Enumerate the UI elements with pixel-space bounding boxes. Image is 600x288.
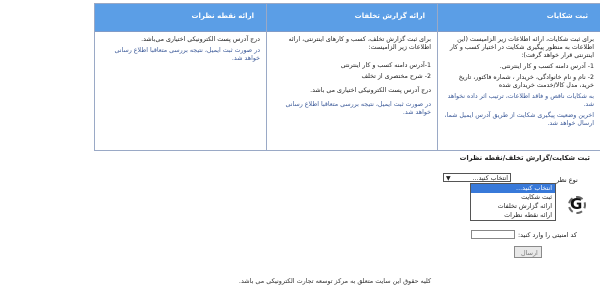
column-body-complaint: برای ثبت شکایات، ارائه اطلاعات زیر الزام… [438, 32, 600, 128]
violation-email-note: درج آدرس پست الکترونیکی اختیاری می باشد. [310, 87, 431, 94]
violation-item-2: 2- شرح مختصری از تخلف [361, 73, 431, 80]
column-body-opinion: درج آدرس پست الکترونیکی اختیاری می‌باشد.… [95, 32, 266, 63]
violation-intro: برای ثبت گزارش تخلف، کسب و کارهای اینترن… [288, 36, 432, 51]
captcha-image: G [566, 192, 590, 220]
complaint-followup: اخرین وضعیت پیگیری شکایت از طریق آدرس ای… [444, 112, 594, 127]
submit-button[interactable]: ارسال [514, 246, 542, 258]
opinion-followup: در صورت ثبت ایمیل، نتیجه بررسی متعاقبا ا… [114, 47, 260, 62]
type-label: نوع نظر [556, 176, 578, 184]
type-dropdown-list: انتخاب کنید... ثبت شکایت ارائه گزارش تخل… [470, 183, 556, 221]
complaint-item-2: 2- نام و نام خانوادگی، خریدار ، شماره فا… [458, 74, 594, 89]
violation-followup: در صورت ثبت ایمیل، نتیجه بررسی متعاقبا ا… [285, 101, 431, 116]
chevron-down-icon: ▼ [446, 175, 451, 182]
type-select[interactable]: انتخاب کنید... ▼ [443, 173, 511, 182]
complaint-item-1: 1- آدرس دامنه کسب و کار اینترنتی. [499, 63, 594, 70]
column-violation: ارائه گزارش تخلفات برای ثبت گزارش تخلف، … [266, 4, 437, 150]
column-header-violation: ارائه گزارش تخلفات [267, 4, 437, 32]
dropdown-option-violation[interactable]: ارائه گزارش تخلفات [471, 202, 555, 211]
footer-copyright: کلیه حقوق این سایت متعلق به مرکز توسعه ت… [238, 277, 432, 285]
column-complaint: ثبت شکایات برای ثبت شکایات، ارائه اطلاعا… [437, 4, 600, 150]
page: ثبت شکایات برای ثبت شکایات، ارائه اطلاعا… [0, 0, 600, 288]
column-header-complaint: ثبت شکایات [438, 4, 600, 32]
dropdown-option-opinion[interactable]: ارائه نقطه نظرات [471, 211, 555, 220]
dropdown-option-placeholder[interactable]: انتخاب کنید... [471, 184, 555, 193]
captcha-text: G [570, 195, 583, 213]
dropdown-option-complaint[interactable]: ثبت شکایت [471, 193, 555, 202]
column-header-opinion: ارائه نقطه نظرات [95, 4, 266, 32]
column-opinion: ارائه نقطه نظرات درج آدرس پست الکترونیکی… [94, 4, 266, 150]
form-title: ثبت شکایت/گزارش تخلف/نقطه نظرات [459, 154, 590, 162]
complaint-note: به شکایات ناقص و فاقد اطلاعات، ترتیب اثر… [447, 93, 594, 108]
captcha-input[interactable] [471, 230, 515, 239]
violation-item-1: 1-آدرس دامنه کسب و کار اینترنتی [340, 62, 431, 69]
captcha-label: کد امنیتی را وارد کنید: [518, 231, 577, 239]
complaint-intro: برای ثبت شکایات، ارائه اطلاعات زیر الزام… [449, 36, 594, 59]
info-table: ثبت شکایات برای ثبت شکایات، ارائه اطلاعا… [94, 3, 600, 151]
column-body-violation: برای ثبت گزارش تخلف، کسب و کارهای اینترن… [267, 32, 437, 117]
type-select-value: انتخاب کنید... [472, 175, 508, 182]
opinion-email-note: درج آدرس پست الکترونیکی اختیاری می‌باشد. [141, 36, 260, 43]
